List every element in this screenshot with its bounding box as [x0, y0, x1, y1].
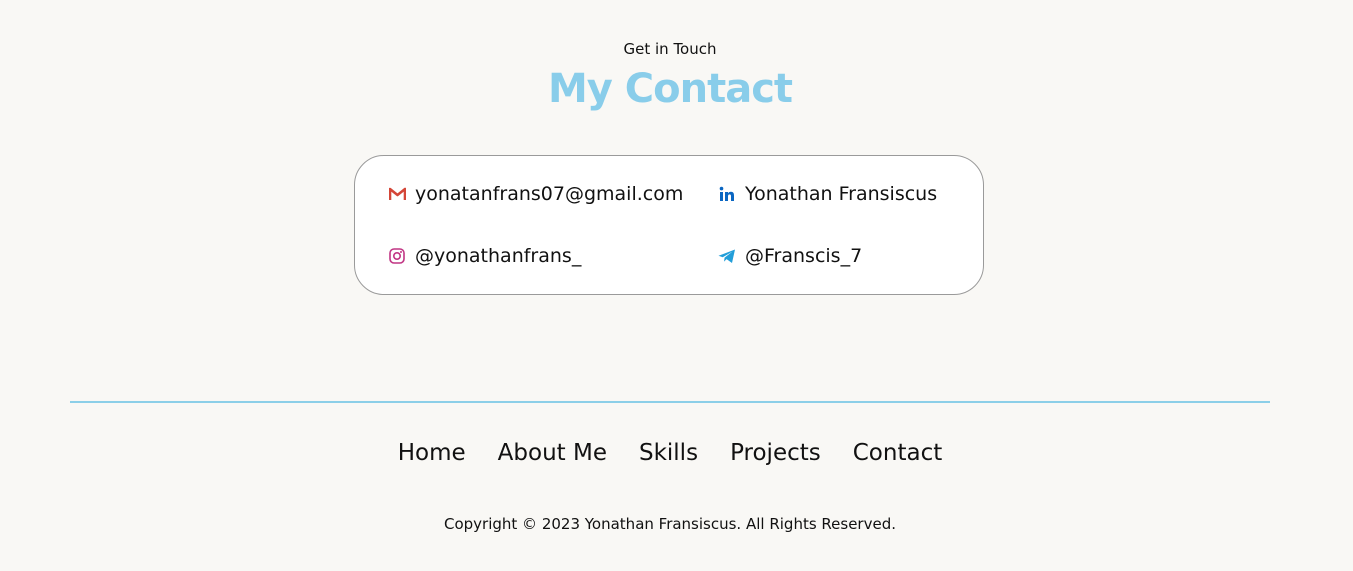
gmail-icon: [388, 185, 406, 203]
contact-card: yonatanfrans07@gmail.com Yonathan Fransi…: [354, 155, 984, 295]
section-title: My Contact: [547, 66, 793, 112]
footer-divider: [70, 401, 1270, 403]
nav-home-link[interactable]: Home: [398, 440, 466, 466]
contact-telegram-link[interactable]: @Franscis_7: [718, 245, 862, 267]
linkedin-icon: [718, 185, 736, 203]
nav-skills-link[interactable]: Skills: [639, 440, 698, 466]
contact-telegram-label: @Franscis_7: [745, 245, 863, 267]
contact-linkedin-link[interactable]: Yonathan Fransiscus: [718, 183, 937, 205]
nav-projects-link[interactable]: Projects: [730, 440, 821, 466]
section-eyebrow: Get in Touch: [623, 40, 717, 58]
contact-instagram-label: @yonathanfrans_: [415, 245, 582, 267]
telegram-icon: [718, 247, 736, 265]
instagram-icon: [388, 247, 406, 265]
copyright-text: Copyright © 2023 Yonathan Fransiscus. Al…: [443, 515, 896, 533]
contact-email-label: yonatanfrans07@gmail.com: [415, 183, 684, 205]
nav-about-link[interactable]: About Me: [498, 440, 607, 466]
contact-instagram-link[interactable]: @yonathanfrans_: [388, 245, 581, 267]
contact-email-link[interactable]: yonatanfrans07@gmail.com: [388, 183, 683, 205]
contact-linkedin-label: Yonathan Fransiscus: [745, 183, 938, 205]
footer-nav: Home About Me Skills Projects Contact: [0, 440, 1340, 466]
nav-contact-link[interactable]: Contact: [853, 440, 942, 466]
